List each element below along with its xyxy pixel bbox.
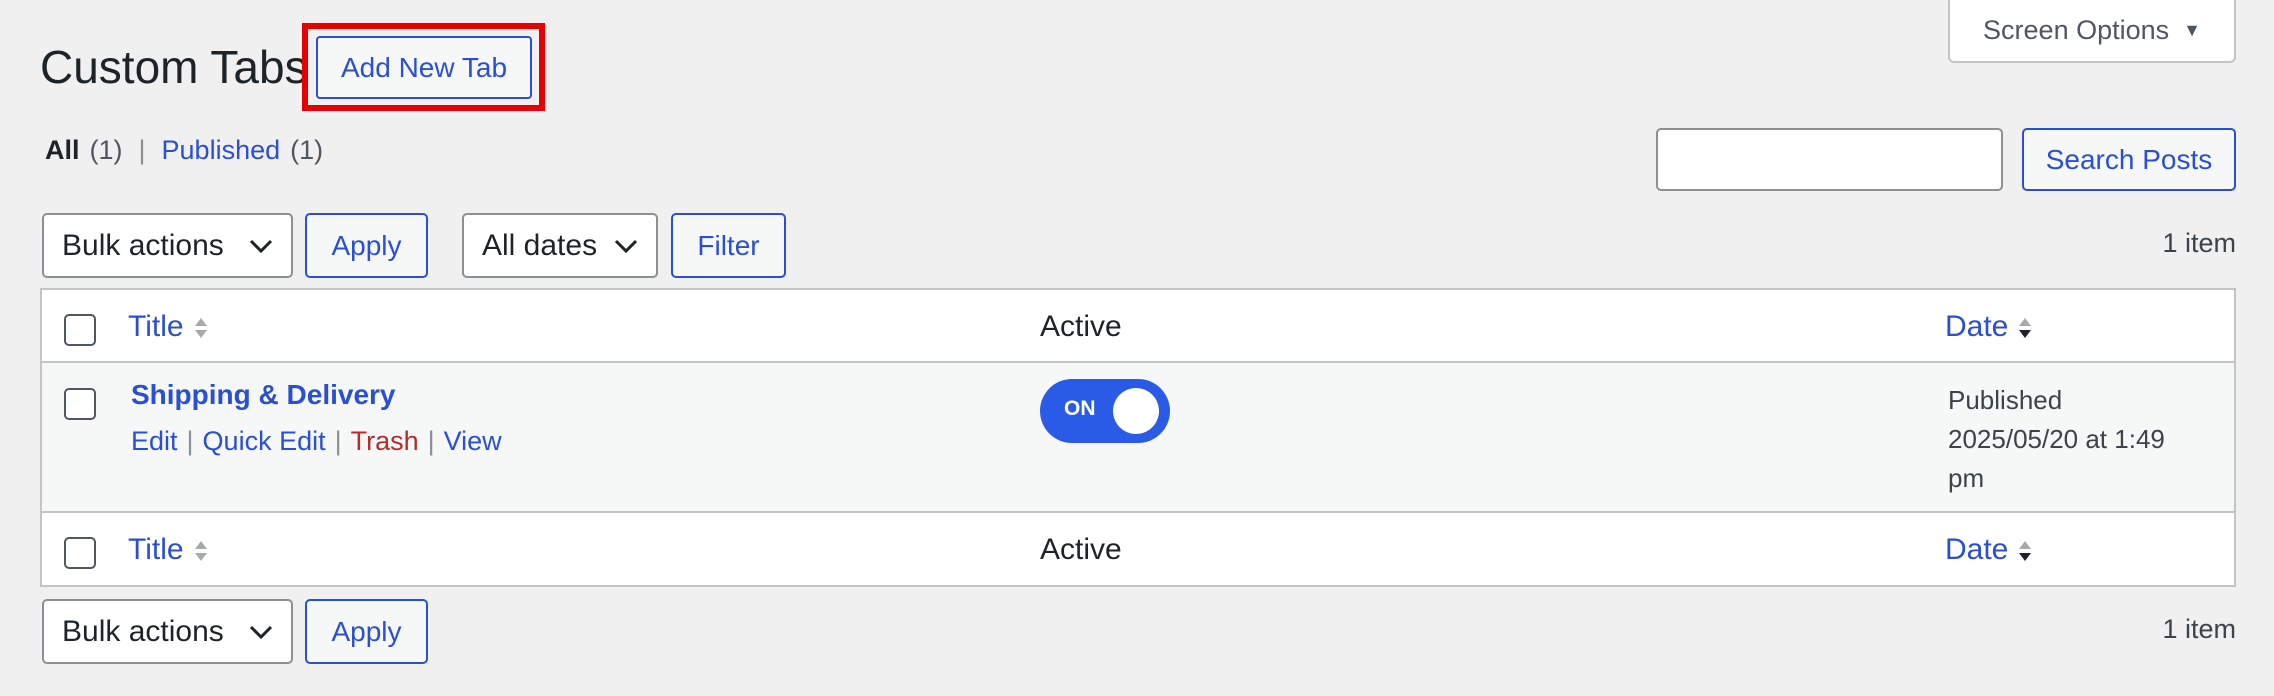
action-separator: | bbox=[427, 426, 435, 456]
status-views: All (1) | Published (1) bbox=[45, 135, 323, 166]
caret-down-icon: ▼ bbox=[2183, 20, 2201, 40]
chevron-down-icon bbox=[614, 239, 638, 253]
date-status: Published bbox=[1948, 385, 2063, 415]
select-all-checkbox-footer[interactable] bbox=[64, 537, 96, 569]
table-footer-row: Title Active Date bbox=[42, 513, 2234, 585]
dates-filter-select[interactable]: All dates bbox=[462, 213, 658, 278]
bulk-actions-select-bottom[interactable]: Bulk actions bbox=[42, 599, 293, 664]
column-title-footer[interactable]: Title bbox=[128, 533, 210, 567]
column-title-header[interactable]: Title bbox=[128, 310, 210, 344]
bulk-actions-value: Bulk actions bbox=[62, 614, 224, 648]
date-value-cont: pm bbox=[1948, 463, 1985, 493]
view-separator: | bbox=[138, 135, 146, 165]
screen-options-button[interactable]: Screen Options ▼ bbox=[1948, 0, 2236, 63]
row-title-link[interactable]: Shipping & Delivery bbox=[131, 379, 396, 411]
dates-filter-value: All dates bbox=[482, 228, 598, 262]
sort-icon bbox=[2019, 541, 2032, 562]
view-all-label[interactable]: All bbox=[45, 135, 80, 166]
date-value: 2025/05/20 at 1:49 bbox=[1948, 424, 2165, 454]
search-input[interactable] bbox=[1656, 128, 2003, 191]
view-all-count: (1) bbox=[89, 135, 123, 165]
toggle-label: ON bbox=[1064, 397, 1096, 420]
select-all-checkbox[interactable] bbox=[64, 314, 96, 346]
active-toggle[interactable]: ON bbox=[1040, 379, 1170, 443]
column-active-header: Active bbox=[1040, 310, 1122, 343]
edit-link[interactable]: Edit bbox=[131, 426, 178, 457]
column-active-footer: Active bbox=[1040, 533, 1122, 566]
title-sort-link[interactable]: Title bbox=[128, 310, 184, 343]
page-title: Custom Tabs bbox=[40, 41, 308, 93]
view-published-link[interactable]: Published bbox=[162, 135, 281, 166]
posts-table: Title Active Date Shipping & Delivery Ed… bbox=[40, 288, 2236, 587]
bulk-actions-select[interactable]: Bulk actions bbox=[42, 213, 293, 278]
bulk-actions-value: Bulk actions bbox=[62, 228, 224, 262]
apply-button[interactable]: Apply bbox=[305, 213, 428, 278]
toggle-knob bbox=[1113, 388, 1159, 434]
screen-options-label: Screen Options bbox=[1983, 15, 2170, 45]
date-sort-link[interactable]: Date bbox=[1945, 533, 2008, 566]
search-posts-button[interactable]: Search Posts bbox=[2022, 128, 2236, 191]
date-sort-link[interactable]: Date bbox=[1945, 310, 2008, 343]
add-new-tab-button[interactable]: Add New Tab bbox=[316, 36, 532, 99]
sort-icon bbox=[2019, 318, 2032, 339]
action-separator: | bbox=[186, 426, 194, 456]
title-sort-link[interactable]: Title bbox=[128, 533, 184, 566]
trash-link[interactable]: Trash bbox=[351, 426, 419, 457]
view-link[interactable]: View bbox=[444, 426, 502, 457]
apply-button-bottom[interactable]: Apply bbox=[305, 599, 428, 664]
item-count: 1 item bbox=[2162, 228, 2236, 258]
table-header-row: Title Active Date bbox=[42, 290, 2234, 363]
filter-button[interactable]: Filter bbox=[671, 213, 786, 278]
sort-icon bbox=[194, 318, 207, 339]
row-actions: Edit | Quick Edit | Trash | View bbox=[131, 426, 502, 457]
chevron-down-icon bbox=[249, 625, 273, 639]
column-date-footer[interactable]: Date bbox=[1945, 533, 2034, 567]
item-count-bottom: 1 item bbox=[2162, 614, 2236, 644]
table-row: Shipping & Delivery Edit | Quick Edit | … bbox=[42, 363, 2234, 513]
column-date-header[interactable]: Date bbox=[1945, 310, 2034, 344]
row-checkbox[interactable] bbox=[64, 388, 96, 420]
view-published-count: (1) bbox=[290, 135, 324, 165]
row-date: Published 2025/05/20 at 1:49 pm bbox=[1948, 381, 2165, 498]
quick-edit-link[interactable]: Quick Edit bbox=[203, 426, 326, 457]
sort-icon bbox=[194, 541, 207, 562]
chevron-down-icon bbox=[249, 239, 273, 253]
action-separator: | bbox=[334, 426, 342, 456]
